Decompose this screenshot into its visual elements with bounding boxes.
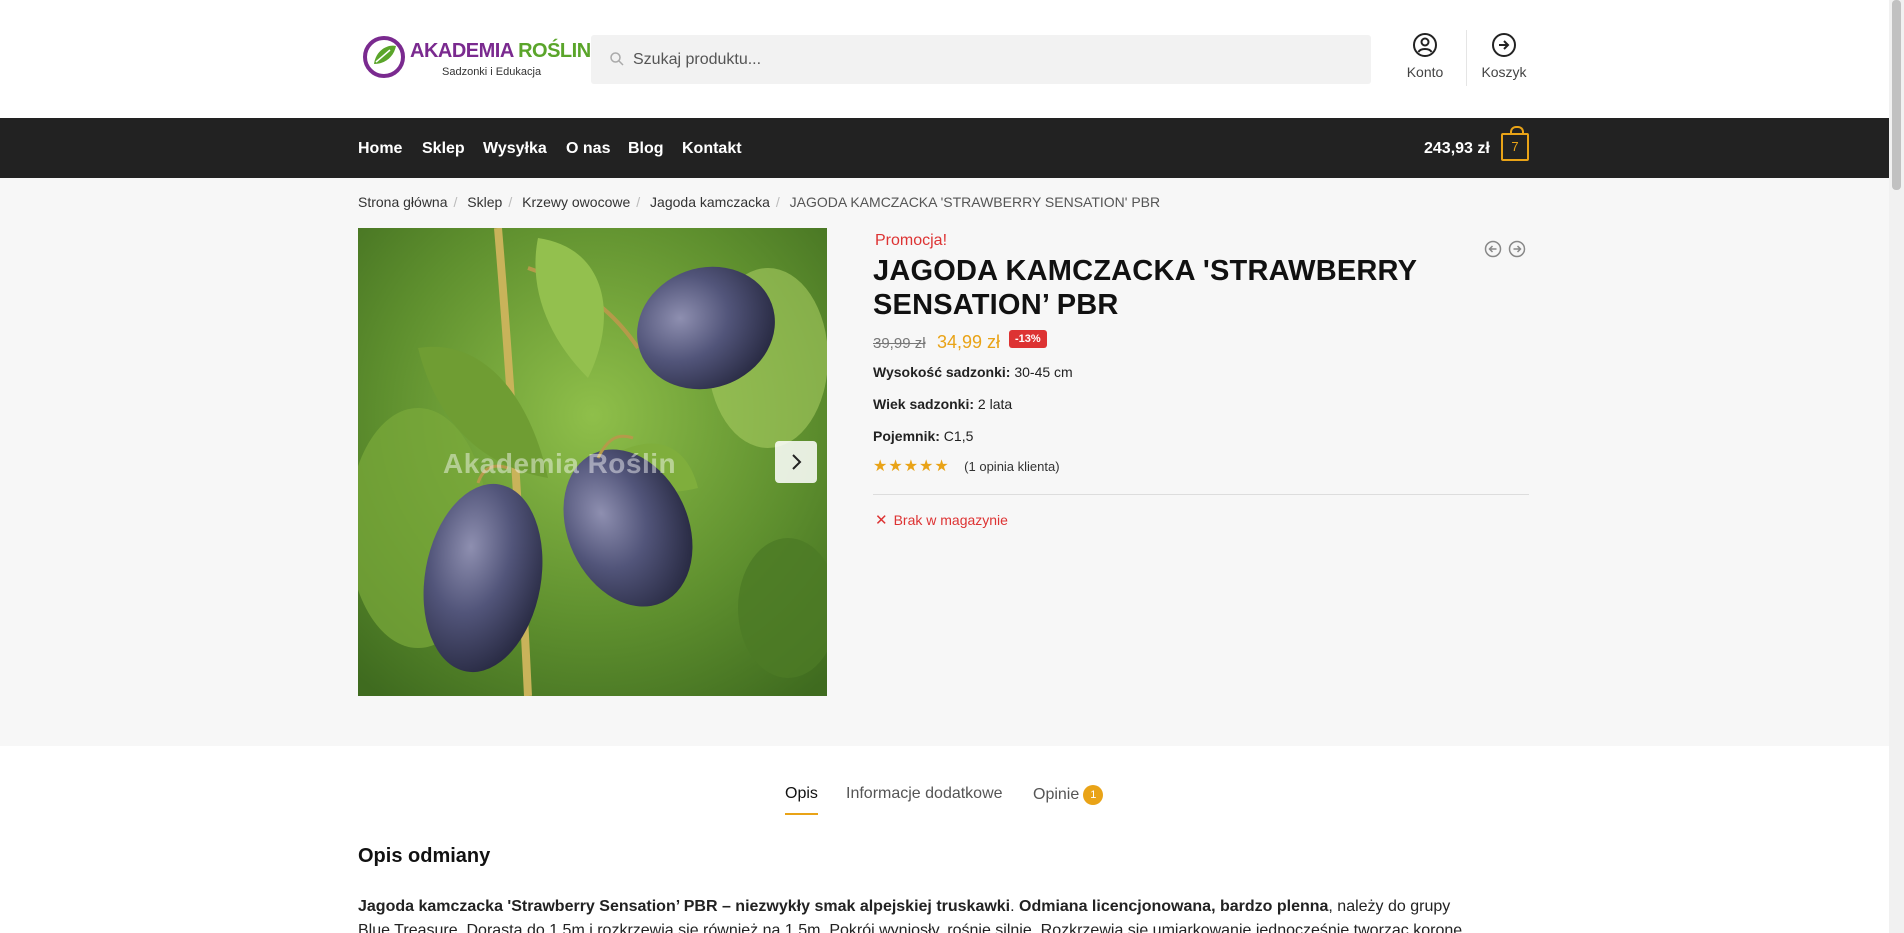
tab-reviews[interactable]: Opinie 1 [1033,785,1104,805]
attribute-age: Wiek sadzonki: 2 lata [873,396,1013,412]
main-navigation: Home Sklep Wysyłka O nas Blog Kontakt 24… [0,118,1889,178]
breadcrumb: Strona główna / Sklep / Krzewy owocowe / Ja… [358,194,1161,210]
cart-label: Koszyk [1481,64,1527,80]
chevron-right-icon [792,454,802,470]
cart-count-badge[interactable]: 7 [1501,126,1529,161]
attribute-height: Wysokość sadzonki: 30-45 cm [873,364,1073,380]
description-title: Opis odmiany [358,845,491,867]
image-next-button[interactable] [775,441,817,483]
sale-label: Promocja! [875,232,948,249]
sale-price: 34,99 zł [937,332,1001,352]
tab-additional-info[interactable]: Informacje dodatkowe [846,785,1003,803]
nav-item-home[interactable]: Home [358,140,402,158]
cart-total[interactable]: 243,93 zł [1424,140,1490,158]
review-count-link[interactable]: (1 opinia klienta) [964,459,1059,474]
scrollbar-thumb[interactable] [1892,0,1901,190]
image-watermark: Akademia Roślin [443,448,677,479]
next-product-icon[interactable] [1508,240,1526,258]
breadcrumb-shop[interactable]: Sklep [467,194,502,210]
breadcrumb-subcategory[interactable]: Jagoda kamczacka [650,194,770,210]
arrow-circle-right-icon [1492,33,1516,57]
reviews-count-badge: 1 [1083,785,1104,805]
product-tabs: Opis Informacje dodatkowe Opinie 1 [0,785,1889,825]
divider [873,494,1529,495]
description-text: Jagoda kamczacka 'Strawberry Sensation’ … [358,898,1463,933]
nav-item-o-nas[interactable]: O nas [566,140,610,158]
attribute-container: Pojemnik: C1,5 [873,428,974,444]
breadcrumb-current: JAGODA KAMCZACKA 'STRAWBERRY SENSATION' … [789,194,1161,210]
product-title: JAGODA KAMCZACKA 'STRAWBERRY SENSATION’ … [873,255,1417,321]
star-rating-icon: ★★★★★ [873,458,950,475]
product-image[interactable]: Akademia Roślin [358,228,827,696]
previous-product-icon[interactable] [1484,240,1502,258]
header-divider [1466,30,1467,86]
regular-price: 39,99 zł [873,335,926,352]
logo-wordmark: AKADEMIA ROŚLIN [410,40,591,62]
tab-description[interactable]: Opis [785,785,818,815]
search-icon [610,52,624,66]
product-navigation [1484,240,1528,258]
stock-status: ✕ Brak w magazynie [875,512,1008,529]
nav-item-sklep[interactable]: Sklep [422,140,465,158]
search-input[interactable] [633,35,1353,84]
logo-leaf-icon [363,36,405,78]
site-header: AKADEMIA ROŚLIN Sadzonki i Edukacja Kont… [0,0,1889,118]
cart-header-button[interactable]: Koszyk [1469,32,1539,92]
account-label: Konto [1406,64,1444,80]
account-button[interactable]: Konto [1390,32,1460,92]
product-rating: ★★★★★ (1 opinia klienta) [873,456,1060,475]
user-icon [1413,33,1437,57]
page-scrollbar[interactable] [1889,0,1904,933]
site-logo[interactable]: AKADEMIA ROŚLIN Sadzonki i Edukacja [362,34,591,82]
discount-badge: -13% [1009,330,1047,348]
nav-item-kontakt[interactable]: Kontakt [682,140,742,158]
nav-item-wysylka[interactable]: Wysyłka [483,140,547,158]
breadcrumb-category[interactable]: Krzewy owocowe [522,194,630,210]
breadcrumb-home[interactable]: Strona główna [358,194,448,210]
nav-item-blog[interactable]: Blog [628,140,664,158]
product-section: Strona główna / Sklep / Krzewy owocowe / Ja… [0,178,1889,746]
out-of-stock-icon: ✕ [875,512,888,529]
search-bar [591,35,1371,84]
logo-tagline: Sadzonki i Edukacja [442,66,542,78]
